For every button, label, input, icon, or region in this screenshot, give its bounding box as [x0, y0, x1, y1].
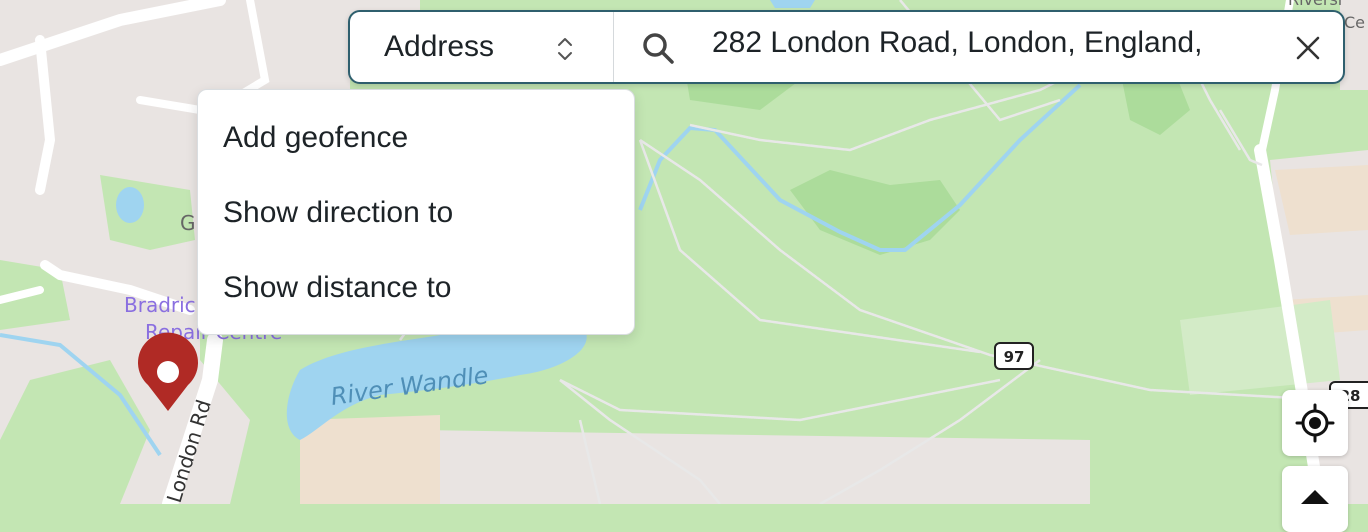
locate-button[interactable] [1282, 390, 1348, 456]
menu-item-add-geofence[interactable]: Add geofence [198, 100, 634, 175]
menu-item-show-distance[interactable]: Show distance to [198, 250, 634, 325]
search-type-select[interactable]: Address [350, 12, 614, 82]
route-badge: 97 [994, 342, 1034, 370]
edge-label-top2: Ce [1344, 13, 1365, 32]
edge-label-top: Riversi [1288, 0, 1342, 9]
close-icon[interactable] [1294, 34, 1322, 62]
search-input[interactable]: 282 London Road, London, England, [712, 26, 1272, 70]
poi-label-line1: Bradric [124, 293, 196, 317]
compass-button[interactable] [1282, 466, 1348, 532]
crosshair-icon [1295, 403, 1335, 443]
map-label-partial: G [180, 211, 196, 235]
north-arrow-icon [1301, 490, 1329, 504]
map-context-menu: Add geofence Show direction to Show dist… [197, 89, 635, 335]
svg-text:97: 97 [1004, 348, 1025, 366]
updown-chevron-icon [558, 38, 572, 60]
menu-item-show-direction[interactable]: Show direction to [198, 175, 634, 250]
search-icon [643, 33, 674, 64]
search-bar: Address 282 London Road, London, England… [348, 10, 1345, 84]
search-type-label: Address [384, 30, 495, 63]
